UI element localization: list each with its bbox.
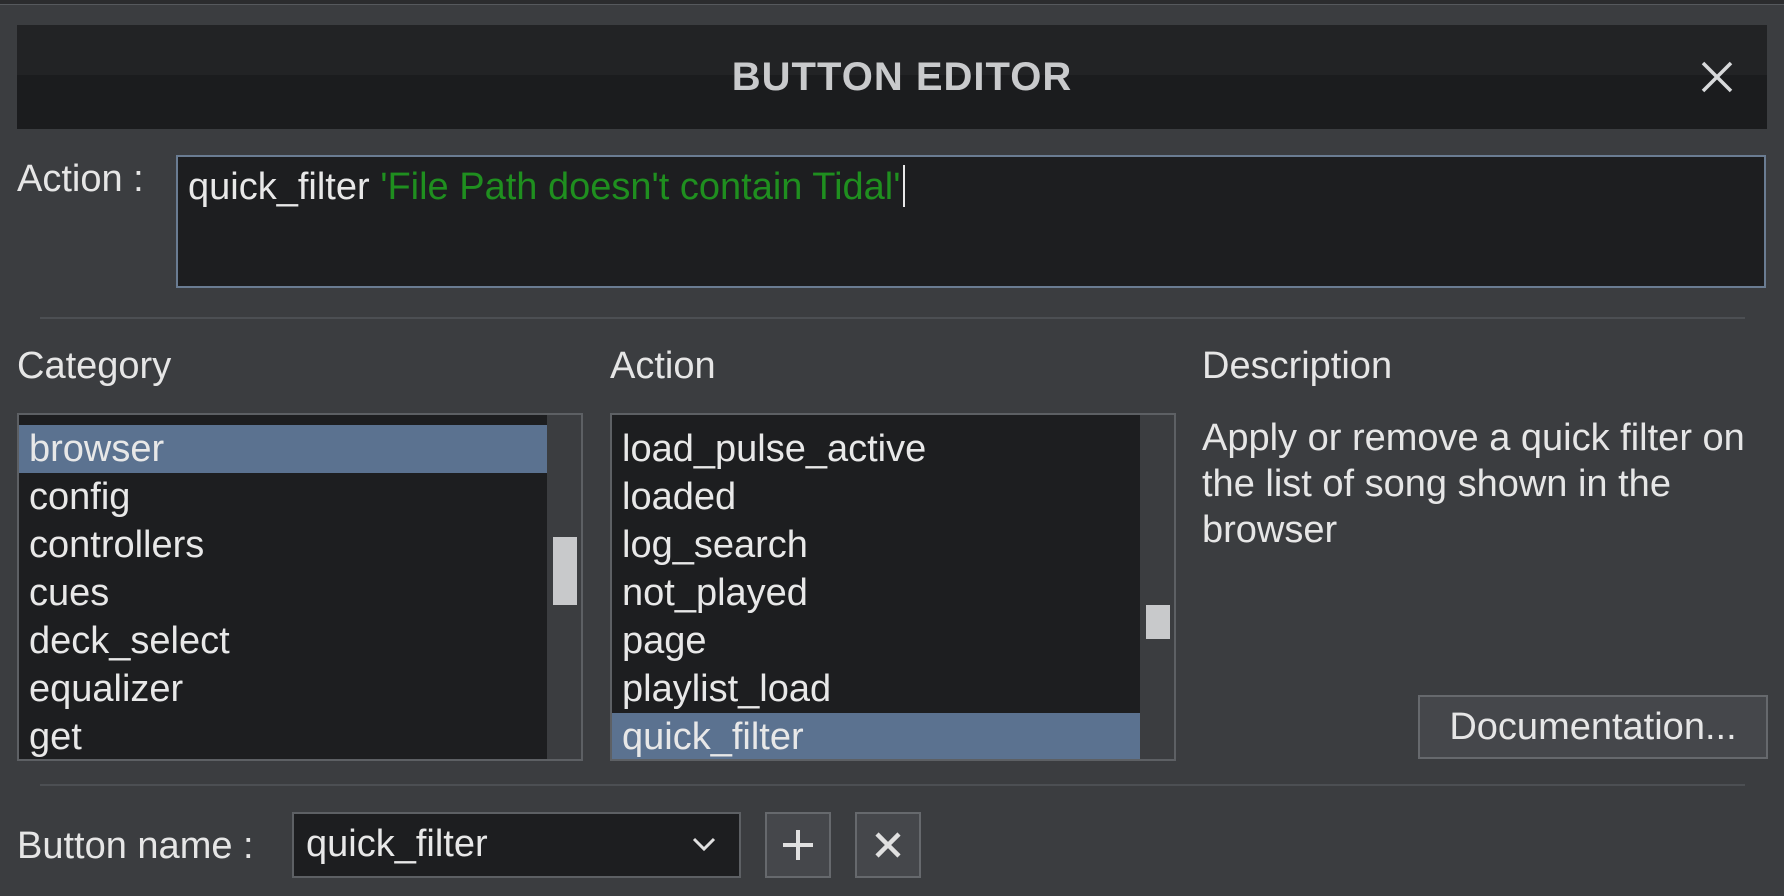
category-label: Category [17, 345, 172, 387]
close-icon [875, 832, 901, 858]
close-icon[interactable] [1695, 55, 1739, 99]
action-list[interactable]: load_pulse_active loaded log_search not_… [610, 413, 1176, 761]
action-item-playlist-load[interactable]: playlist_load [612, 665, 1140, 713]
chevron-down-icon [692, 837, 716, 852]
action-item-page[interactable]: page [612, 617, 1140, 665]
action-item-load-pulse-active[interactable]: load_pulse_active [612, 425, 1140, 473]
category-item-deck-select[interactable]: deck_select [19, 617, 547, 665]
text-caret [902, 165, 905, 207]
action-item-not-played[interactable]: not_played [612, 569, 1140, 617]
dialog-title: BUTTON EDITOR [731, 54, 1073, 99]
description-label: Description [1202, 345, 1393, 387]
list-item-partial [612, 415, 1140, 425]
action-scrollbar[interactable] [1140, 415, 1174, 759]
divider [40, 784, 1745, 786]
button-name-label: Button name : [17, 825, 254, 867]
button-name-value: quick_filter [306, 823, 488, 865]
delete-button[interactable] [855, 812, 921, 878]
action-scroll-thumb[interactable] [1146, 605, 1170, 639]
category-item-cues[interactable]: cues [19, 569, 547, 617]
top-strip [0, 0, 1784, 5]
action-input[interactable]: quick_filter 'File Path doesn't contain … [176, 155, 1766, 288]
action-item-log-search[interactable]: log_search [612, 521, 1140, 569]
action-argument: 'File Path doesn't contain Tidal' [380, 166, 901, 208]
add-button[interactable] [765, 812, 831, 878]
divider [40, 317, 1745, 319]
category-item-config[interactable]: config [19, 473, 547, 521]
category-scrollbar[interactable] [547, 415, 581, 759]
category-item-equalizer[interactable]: equalizer [19, 665, 547, 713]
action-item-loaded[interactable]: loaded [612, 473, 1140, 521]
description-text: Apply or remove a quick filter on the li… [1202, 417, 1745, 551]
action-command: quick_filter [188, 166, 370, 208]
action-label: Action : [17, 158, 144, 200]
category-item-browser[interactable]: browser [19, 425, 547, 473]
category-scroll-thumb[interactable] [553, 537, 577, 605]
dialog-header: BUTTON EDITOR [17, 25, 1767, 129]
action-list-label: Action [610, 345, 716, 387]
button-name-select[interactable]: quick_filter [292, 812, 741, 878]
category-item-controllers[interactable]: controllers [19, 521, 547, 569]
plus-icon [783, 830, 813, 860]
category-list[interactable]: browser config controllers cues deck_sel… [17, 413, 583, 761]
documentation-button[interactable]: Documentation... [1418, 695, 1768, 759]
category-item-get[interactable]: get [19, 713, 547, 759]
action-item-quick-filter[interactable]: quick_filter [612, 713, 1140, 759]
